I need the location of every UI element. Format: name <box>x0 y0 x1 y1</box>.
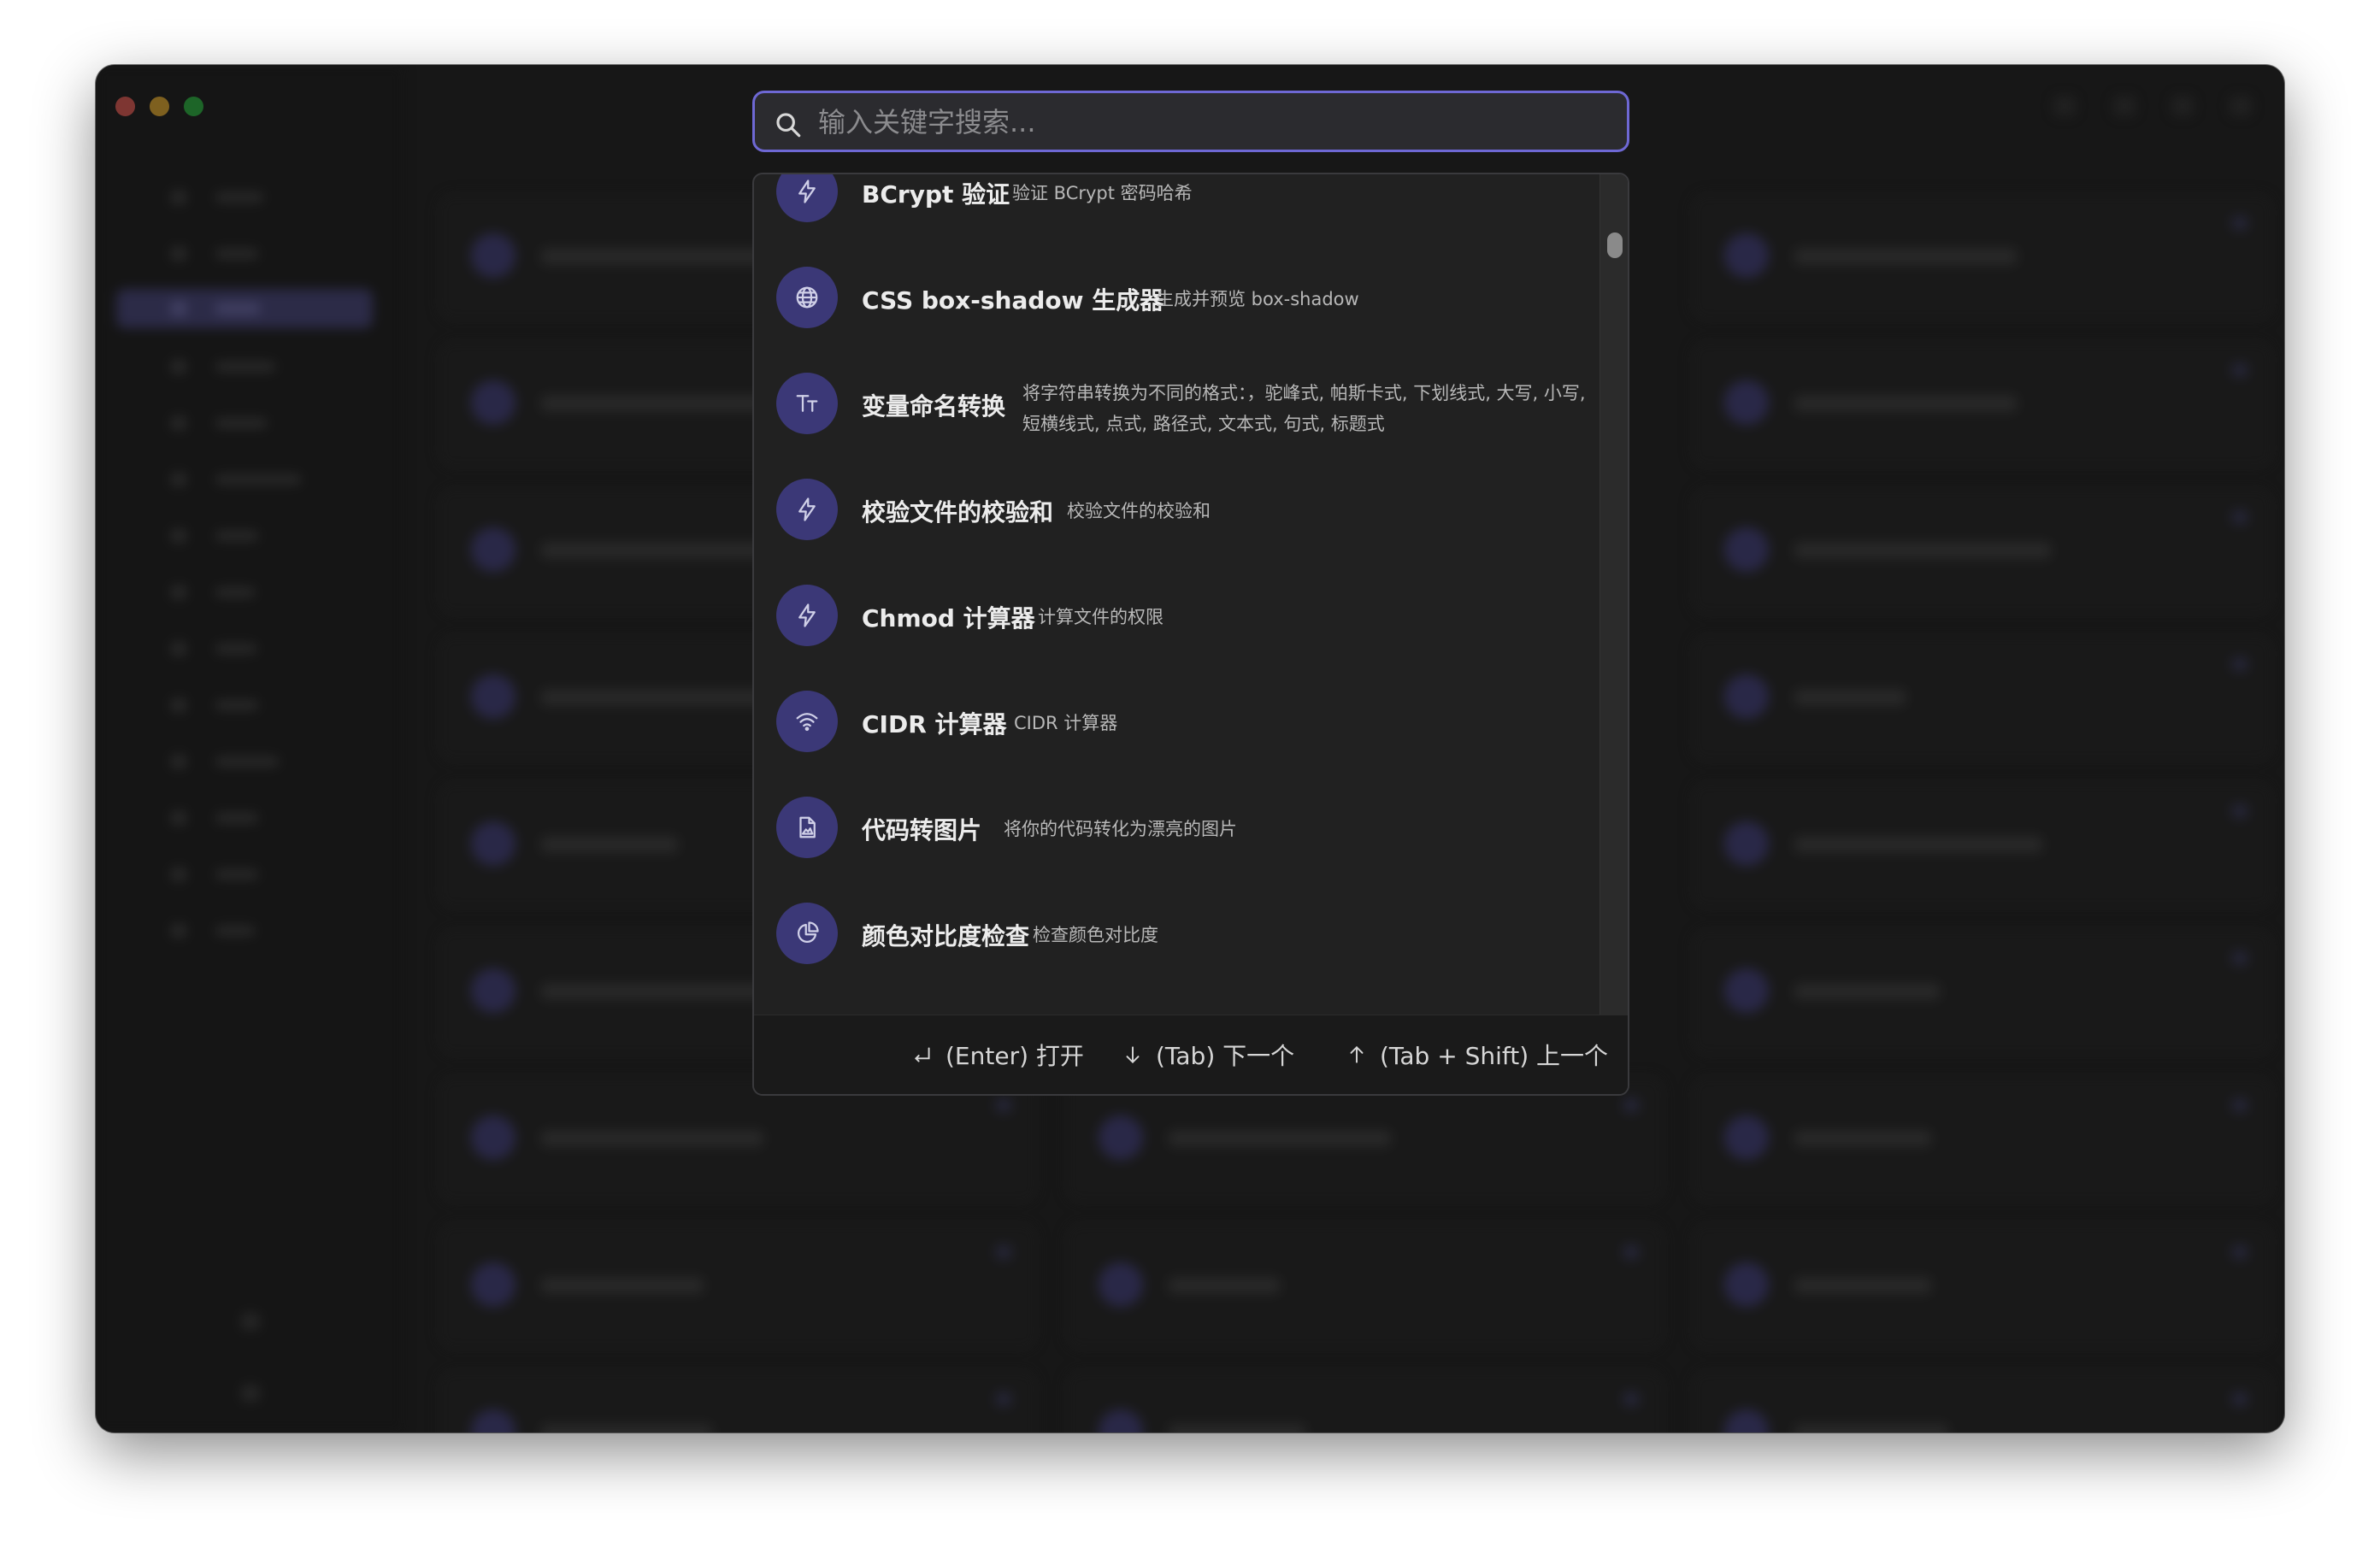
result-name: 代码转图片 <box>862 816 982 844</box>
result-item[interactable]: 颜色对比度检查 检查颜色对比度 <box>754 880 1600 986</box>
tool-card <box>1691 340 2274 468</box>
sidebar-item <box>116 403 373 443</box>
sidebar-item <box>116 573 373 612</box>
result-description: 检查颜色对比度 <box>1033 925 1158 945</box>
keyboard-hints: (Enter) 打开 (Tab) 下一个 (Tab + Shift) 上一个 <box>754 1015 1628 1094</box>
tool-card <box>1691 781 2274 909</box>
arrow-down-icon <box>1126 1046 1140 1064</box>
sidebar-item <box>116 855 373 894</box>
enter-icon <box>915 1047 930 1062</box>
result-name: 颜色对比度检查 <box>862 922 1030 950</box>
hint-tab: (Tab) 下一个 <box>1122 1038 1294 1072</box>
scrollbar-thumb[interactable] <box>1607 232 1623 258</box>
result-item[interactable]: 变量命名转换 将字符串转换为不同的格式：，驼峰式, 帕斯卡式, 下划线式, 大写… <box>754 350 1600 456</box>
file-image-icon <box>776 797 838 858</box>
tool-card <box>438 1369 1038 1433</box>
result-description: CIDR 计算器 <box>1014 713 1118 733</box>
text-case-icon <box>776 373 838 434</box>
sidebar-item <box>116 911 373 950</box>
tool-card <box>1691 193 2274 321</box>
toolbar-icon <box>2171 96 2194 116</box>
app-window: BCrypt 验证 验证 BCrypt 密码哈希 CSS box-shadow … <box>96 65 2284 1433</box>
result-item[interactable]: BCrypt 验证 验证 BCrypt 密码哈希 <box>754 174 1600 244</box>
hint-shift-tab-label: (Tab + Shift) 上一个 <box>1380 1042 1609 1070</box>
tool-card <box>1691 634 2274 762</box>
pie-chart-icon <box>776 903 838 964</box>
tool-card <box>1691 1075 2274 1203</box>
toolbar-icon <box>2230 96 2252 116</box>
hint-shift-tab: (Tab + Shift) 上一个 <box>1346 1038 1608 1072</box>
result-description: 计算文件的权限 <box>1038 607 1163 627</box>
tool-card <box>1065 1369 1665 1433</box>
arrow-up-icon <box>1350 1045 1364 1063</box>
search-input[interactable] <box>816 100 1606 144</box>
result-name: BCrypt 验证 <box>862 180 1010 209</box>
results-scrollbar[interactable] <box>1599 174 1628 1017</box>
wifi-icon <box>776 691 838 752</box>
search-box[interactable] <box>752 91 1629 152</box>
result-description: 校验文件的校验和 <box>1067 501 1211 521</box>
sidebar-item <box>116 629 373 668</box>
sidebar-item <box>116 516 373 556</box>
hint-enter: (Enter) 打开 <box>911 1038 1084 1072</box>
toolbar-icon <box>2113 96 2136 116</box>
sidebar-item <box>116 234 373 274</box>
tool-card <box>1691 487 2274 615</box>
result-item[interactable]: CSS box-shadow 生成器 生成并预览 box-shadow <box>754 244 1600 350</box>
sidebar-item <box>116 178 373 217</box>
hint-tab-label: (Tab) 下一个 <box>1156 1042 1295 1070</box>
tool-card <box>1691 928 2274 1056</box>
result-description: 生成并预览 box-shadow <box>1156 289 1359 309</box>
sidebar-item <box>116 685 373 725</box>
result-item[interactable]: 代码转图片 将你的代码转化为漂亮的图片 <box>754 774 1600 880</box>
search-icon <box>776 113 801 138</box>
result-name: 校验文件的校验和 <box>862 498 1054 527</box>
hint-enter-label: (Enter) 打开 <box>946 1042 1084 1070</box>
globe-icon <box>776 267 838 328</box>
result-description: 验证 BCrypt 密码哈希 <box>1012 183 1193 203</box>
tool-card <box>1691 1369 2274 1433</box>
bolt-icon <box>776 585 838 646</box>
sidebar-item <box>116 347 373 386</box>
result-name: Chmod 计算器 <box>862 604 1035 632</box>
result-item[interactable]: CIDR 计算器 CIDR 计算器 <box>754 668 1600 774</box>
sidebar-item <box>116 742 373 781</box>
bolt-icon <box>776 174 838 222</box>
sidebar-footer-icon <box>241 1385 260 1402</box>
result-item[interactable]: Chmod 计算器 计算文件的权限 <box>754 562 1600 668</box>
result-name: CIDR 计算器 <box>862 710 1007 738</box>
results-list: BCrypt 验证 验证 BCrypt 密码哈希 CSS box-shadow … <box>754 174 1600 1017</box>
toolbar-icon <box>2053 96 2076 116</box>
sidebar-footer-icon <box>241 1313 260 1330</box>
tool-card <box>1065 1222 1665 1350</box>
result-name: 变量命名转换 <box>862 392 1006 421</box>
result-description: 将你的代码转化为漂亮的图片 <box>1004 819 1237 839</box>
result-name: CSS box-shadow 生成器 <box>862 286 1164 315</box>
tool-card <box>1691 1222 2274 1350</box>
result-item[interactable]: 校验文件的校验和 校验文件的校验和 <box>754 456 1600 562</box>
result-description: 将字符串转换为不同的格式：，驼峰式, 帕斯卡式, 下划线式, 大写, 小写, 短… <box>1022 383 1586 434</box>
sidebar-item <box>116 798 373 838</box>
command-palette: BCrypt 验证 验证 BCrypt 密码哈希 CSS box-shadow … <box>752 173 1629 1096</box>
sidebar <box>96 65 404 1433</box>
tool-card <box>438 1222 1038 1350</box>
bolt-icon <box>776 479 838 540</box>
sidebar-item-active <box>116 289 373 328</box>
sidebar-item <box>116 460 373 499</box>
